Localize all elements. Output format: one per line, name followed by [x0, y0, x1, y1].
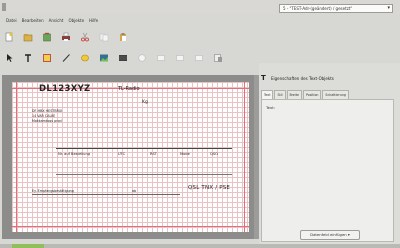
tab-style[interactable]: Stil: [274, 90, 286, 99]
sender-line-1[interactable]: DF-HBX HESTBRIX: [32, 109, 62, 113]
main-toolbar: [4, 30, 137, 44]
document-select[interactable]: 5 - "TEST-Adr-(geändert) / gesetzt" ▾: [279, 4, 393, 13]
callsign-text[interactable]: DL123XYZ: [39, 84, 91, 94]
properties-icon[interactable]: [213, 53, 223, 63]
menu-view[interactable]: Ansicht: [49, 17, 64, 25]
table-rule-bottom: [56, 174, 232, 175]
footer-left-text[interactable]: Ey. Empfangsbestätigung: [32, 189, 74, 193]
line-tool-icon[interactable]: [61, 53, 71, 63]
table-rule-top: [56, 148, 232, 149]
paste-icon[interactable]: [118, 32, 128, 42]
properties-title: Eigenschaften des Text-Objekts: [271, 76, 334, 81]
drawing-toolbar: [4, 51, 232, 65]
column-rst[interactable]: RST: [150, 152, 157, 156]
window-titlebar: 5 - "TEST-Adr-(geändert) / gesetzt" ▾: [0, 0, 400, 14]
properties-tabs: Text Stil Breite Position Schattierung: [261, 90, 396, 99]
save-icon[interactable]: [42, 32, 52, 42]
menu-edit[interactable]: Bearbeiten: [22, 17, 44, 25]
menu-file[interactable]: Datei: [6, 17, 17, 25]
open-icon[interactable]: [23, 32, 33, 42]
menu-bar: Datei Bearbeiten Ansicht Objekte Hilfe: [6, 17, 98, 25]
text-tool-icon[interactable]: [23, 53, 33, 63]
status-bar: [0, 244, 400, 248]
tab-position[interactable]: Position: [303, 90, 322, 99]
ellipse-tool-icon[interactable]: [80, 53, 90, 63]
label-page[interactable]: DL123XYZ TL-Radio Kg DF-HBX HESTBRIX 14 …: [12, 82, 249, 232]
menu-objects[interactable]: Objekte: [68, 17, 84, 25]
print-icon[interactable]: [61, 32, 71, 42]
text-field-label: Text:: [266, 105, 275, 110]
image-tool-icon[interactable]: [99, 53, 109, 63]
margin-left: [16, 82, 17, 232]
document-tab[interactable]: [12, 244, 44, 248]
text-object-icon: T: [261, 74, 266, 82]
column-mode[interactable]: Mode: [180, 152, 190, 156]
margin-right: [244, 82, 245, 232]
column-nr[interactable]: Nr. auf Bestellung: [58, 152, 90, 156]
align-top-icon[interactable]: [194, 53, 204, 63]
sender-line-3[interactable]: Makkamkoss prod: [32, 119, 62, 123]
insert-field-button[interactable]: Datenfeld einfügen ▾: [300, 230, 360, 240]
service-text[interactable]: TL-Radio: [118, 86, 140, 92]
align-center-icon[interactable]: [156, 53, 166, 63]
weight-text[interactable]: Kg: [142, 100, 148, 105]
menu-help[interactable]: Hilfe: [89, 17, 98, 25]
copy-icon[interactable]: [99, 32, 109, 42]
chevron-down-icon: ▾: [347, 232, 350, 237]
barcode-tool-icon[interactable]: [118, 53, 128, 63]
margin-bottom: [12, 226, 249, 227]
chevron-down-icon: ▾: [387, 5, 390, 11]
handle-icon: [2, 3, 6, 11]
align-right-icon[interactable]: [175, 53, 185, 63]
rectangle-tool-icon[interactable]: [42, 53, 52, 63]
pointer-icon[interactable]: [4, 53, 14, 63]
document-select-value: 5 - "TEST-Adr-(geändert) / gesetzt": [283, 6, 353, 11]
tab-text[interactable]: Text: [261, 90, 274, 99]
tab-shading[interactable]: Schattierung: [322, 90, 349, 99]
insert-field-button-label: Datenfeld einfügen: [310, 232, 347, 237]
footer-rule: [32, 194, 180, 195]
sender-line-2[interactable]: 14 VAR CALVE: [32, 114, 55, 118]
qsl-text[interactable]: QSL TNX / PSE: [188, 185, 230, 191]
new-icon[interactable]: [4, 32, 14, 42]
tab-width[interactable]: Breite: [286, 90, 302, 99]
footer-mid-text[interactable]: ab: [132, 189, 136, 193]
align-left-icon[interactable]: [137, 53, 147, 63]
properties-header: T Eigenschaften des Text-Objekts: [261, 72, 396, 84]
column-qso[interactable]: QSO: [210, 152, 218, 156]
text-tab-pane: [261, 99, 394, 242]
cut-icon[interactable]: [80, 32, 90, 42]
column-utc[interactable]: UTC: [118, 152, 125, 156]
